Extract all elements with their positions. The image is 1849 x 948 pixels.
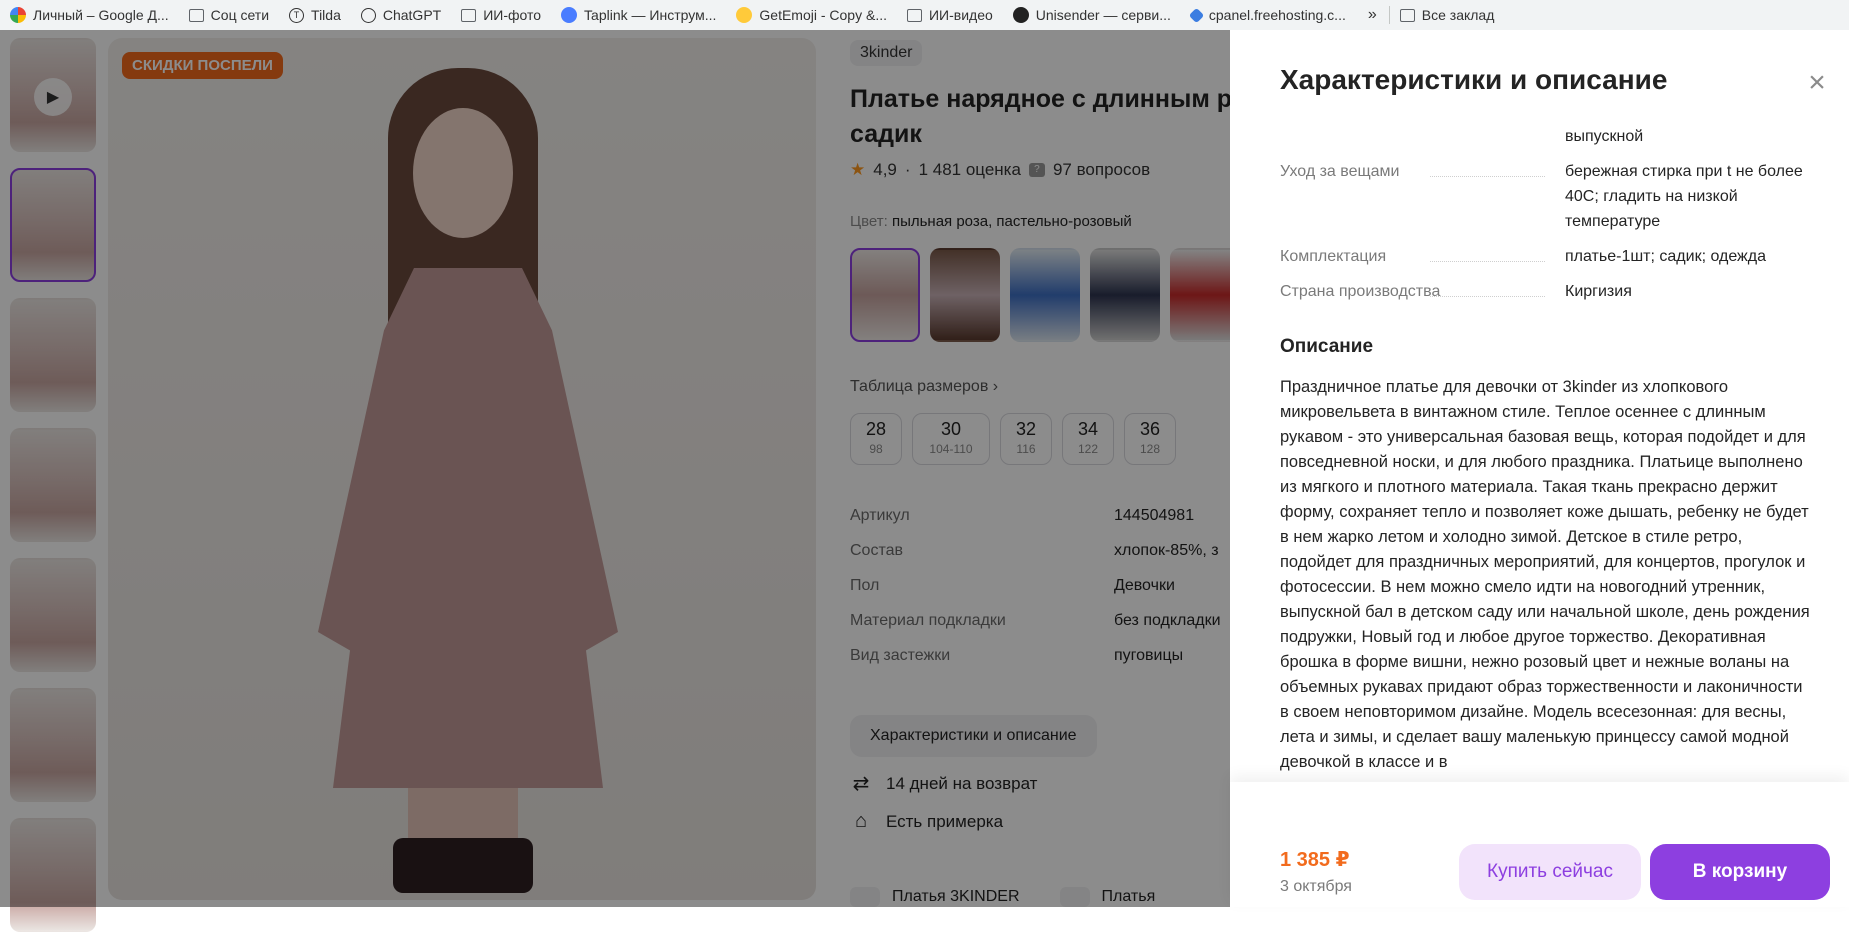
folder-icon [906,8,922,22]
all-bookmarks[interactable]: Все заклад [1390,0,1505,30]
cpanel-icon [1188,7,1205,23]
bookmark-chatgpt[interactable]: ChatGPT [351,0,451,30]
characteristics-panel: Характеристики и описание × выпускной Ух… [1230,30,1849,907]
bookmark-google-drive[interactable]: Личный – Google Д... [0,0,179,30]
panel-title: Характеристики и описание [1280,64,1668,95]
delivery-date: 3 октября [1280,878,1352,895]
close-icon[interactable]: × [1802,68,1832,98]
folder-icon [461,8,477,22]
google-icon [10,7,26,23]
folder-icon [1399,8,1415,22]
bookmark-taplink[interactable]: Taplink — Инструм... [551,0,726,30]
folder-icon [188,8,204,22]
dotted-leader [1430,296,1545,297]
modal-backdrop[interactable] [0,30,1230,907]
bookmarks-overflow-button[interactable]: » [1356,6,1389,24]
bookmark-ii-video[interactable]: ИИ-видео [897,0,1003,30]
price: 1 385 ₽ [1280,849,1350,871]
description-title: Описание [1280,336,1374,357]
bookmark-tilda[interactable]: T Tilda [279,0,351,30]
add-to-cart-button[interactable]: В корзину [1650,844,1830,900]
panel-footer: 1 385 ₽ 3 октября Купить сейчас В корзин… [1230,782,1849,907]
panel-specs: выпускной Уход за вещами бережная стирка … [1280,124,1820,314]
unisender-icon [1012,7,1029,23]
dotted-leader [1430,261,1545,262]
bookmarks-bar: Личный – Google Д... Соц сети T Tilda Cha… [0,0,1849,31]
emoji-icon [736,7,753,23]
bookmark-ii-foto[interactable]: ИИ-фото [451,0,551,30]
panel-spec-row: выпускной [1565,128,1644,145]
bookmark-cpanel[interactable]: cpanel.freehosting.c... [1181,0,1356,30]
dotted-leader [1430,176,1545,177]
buy-now-button[interactable]: Купить сейчас [1459,844,1641,900]
panel-spec-row: Уход за вещами бережная стирка при t не б… [1280,163,1803,230]
chatgpt-icon [360,7,376,23]
tilda-icon: T [289,7,305,23]
bookmark-getemoji[interactable]: GetEmoji - Copy &... [726,0,897,30]
taplink-icon [561,7,578,23]
bookmark-unisender[interactable]: Unisender — серви... [1003,0,1181,30]
description-text: Праздничное платье для девочки от 3kinde… [1280,378,1810,771]
panel-spec-row: Страна производства Киргизия [1280,283,1632,300]
bookmark-soc-seti[interactable]: Соц сети [179,0,279,30]
panel-spec-row: Комплектация платье-1шт; садик; одежда [1280,248,1766,265]
